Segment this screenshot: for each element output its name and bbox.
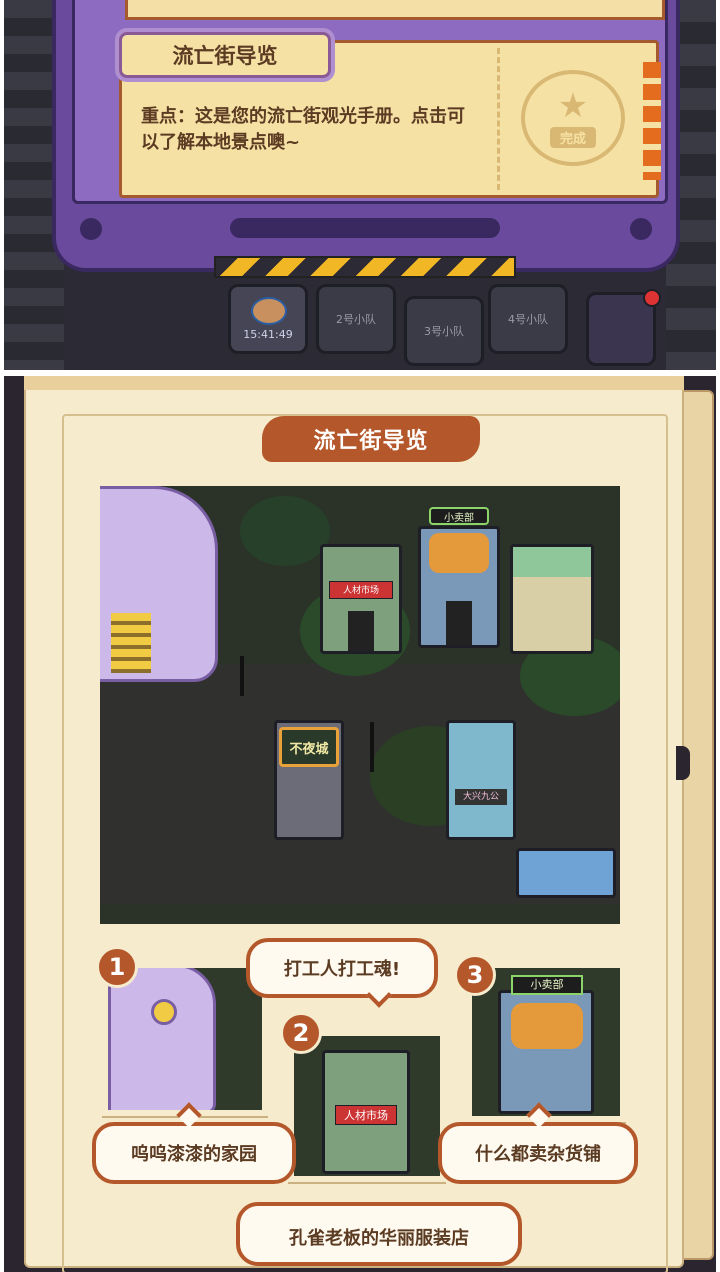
cat-icon: ★ — [557, 85, 589, 126]
squad-slot-2[interactable]: 2号小队 — [316, 284, 396, 354]
talent-market-closeup: 人材市场 — [322, 1050, 410, 1174]
fashion-store-building[interactable]: 大兴九公 — [446, 720, 516, 840]
page-top-edge — [24, 376, 684, 390]
fashion-store-sign: 大兴九公 — [455, 789, 507, 805]
squad-slot-3[interactable]: 3号小队 — [404, 296, 484, 366]
guidebook-title: 流亡街导览 — [262, 416, 480, 462]
squad-slot-1[interactable]: 15:41:49 — [228, 284, 308, 354]
device-slot — [230, 218, 500, 238]
hazard-stripe — [214, 256, 516, 278]
general-store-closeup-sign: 小卖部 — [511, 975, 583, 995]
spot-1-caption: 呜呜漆漆的家园 — [131, 1144, 257, 1165]
spot-3-image: 小卖部 — [472, 968, 620, 1116]
notification-dot-icon — [643, 289, 661, 307]
stall-building[interactable] — [516, 848, 616, 898]
top-panel: 流亡街导览 重点：这是您的流亡街观光手册。点击可以了解本地景点噢~ ★ 完成 1… — [4, 0, 716, 370]
map-scene: 人材市场 小卖部 不夜城 大兴九公 — [100, 486, 620, 924]
door — [348, 611, 374, 651]
spot-2-caption: 打工人打工魂! — [283, 959, 401, 980]
pumpkin-roof — [429, 533, 489, 573]
previous-ticket-edge — [125, 0, 665, 20]
screw-icon — [630, 218, 652, 240]
squad-label: 4号小队 — [508, 313, 548, 326]
stamp-label: 完成 — [549, 126, 596, 148]
rocket-home[interactable] — [100, 486, 218, 682]
completed-stamp: ★ 完成 — [521, 70, 625, 166]
screen: 流亡街导览 重点：这是您的流亡街观光手册。点击可以了解本地景点噢~ ★ 完成 1… — [0, 0, 720, 1272]
talent-market-closeup-sign: 人材市场 — [335, 1105, 397, 1125]
ticket-divider — [497, 48, 500, 190]
rocket-window — [151, 999, 177, 1025]
ticket-title: 流亡街导览 — [119, 32, 331, 78]
squad-slot-4[interactable]: 4号小队 — [488, 284, 568, 354]
tree — [240, 496, 330, 566]
door — [446, 600, 472, 645]
general-store-building[interactable]: 小卖部 — [418, 507, 500, 648]
general-store-sign: 小卖部 — [429, 507, 489, 525]
spot-4-caption-bubble[interactable]: 孔雀老板的华丽服装店 — [236, 1202, 522, 1266]
ticket-notch — [643, 62, 661, 180]
handheld-device: 流亡街导览 重点：这是您的流亡街观光手册。点击可以了解本地景点噢~ ★ 完成 — [52, 0, 680, 272]
squad-label: 2号小队 — [336, 313, 376, 326]
street-map[interactable]: 人材市场 小卖部 不夜城 大兴九公 — [92, 478, 628, 932]
spot-4-caption: 孔雀老板的华丽服装店 — [289, 1228, 469, 1249]
page-handle — [676, 746, 690, 780]
spot-3-caption-bubble[interactable]: 什么都卖杂货铺 — [438, 1122, 638, 1184]
night-city-sign: 不夜城 — [279, 727, 339, 767]
talent-market-building[interactable]: 人材市场 — [320, 544, 402, 654]
spot-2-card[interactable]: 人材市场 — [288, 1030, 446, 1182]
street-lamp — [240, 656, 244, 696]
bottom-panel: 流亡街导览 人材市场 小卖部 不夜城 大兴九公 1 人材市场 2 小卖部 3 打… — [4, 376, 716, 1272]
squad-timer: 15:41:49 — [243, 328, 293, 341]
squad-avatar — [251, 297, 287, 325]
street-lamp — [370, 722, 374, 772]
rocket-stairs — [111, 613, 151, 673]
talent-market-sign: 人材市场 — [329, 581, 393, 599]
spot-3-caption: 什么都卖杂货铺 — [475, 1144, 601, 1165]
phone-button[interactable] — [586, 289, 661, 366]
spot-2-number: 2 — [280, 1012, 322, 1054]
squad-label: 3号小队 — [424, 325, 464, 338]
spot-1-image — [108, 968, 262, 1110]
general-store-closeup: 小卖部 — [498, 975, 594, 1114]
spot-2-caption-bubble[interactable]: 打工人打工魂! — [246, 938, 438, 998]
pumpkin-roof — [511, 1003, 583, 1049]
ticket-description: 重点：这是您的流亡街观光手册。点击可以了解本地景点噢~ — [141, 106, 465, 153]
spot-3-number: 3 — [454, 954, 496, 996]
night-city-building[interactable]: 不夜城 — [274, 720, 344, 840]
spot-1-number: 1 — [96, 946, 138, 988]
shop-building[interactable] — [510, 544, 594, 654]
screw-icon — [80, 218, 102, 240]
device-screen: 流亡街导览 重点：这是您的流亡街观光手册。点击可以了解本地景点噢~ ★ 完成 — [72, 0, 668, 204]
rocket-closeup — [108, 968, 216, 1110]
shop-roof — [513, 547, 591, 577]
spot-2-image: 人材市场 — [294, 1036, 440, 1176]
spot-1-caption-bubble[interactable]: 呜呜漆漆的家园 — [92, 1122, 296, 1184]
